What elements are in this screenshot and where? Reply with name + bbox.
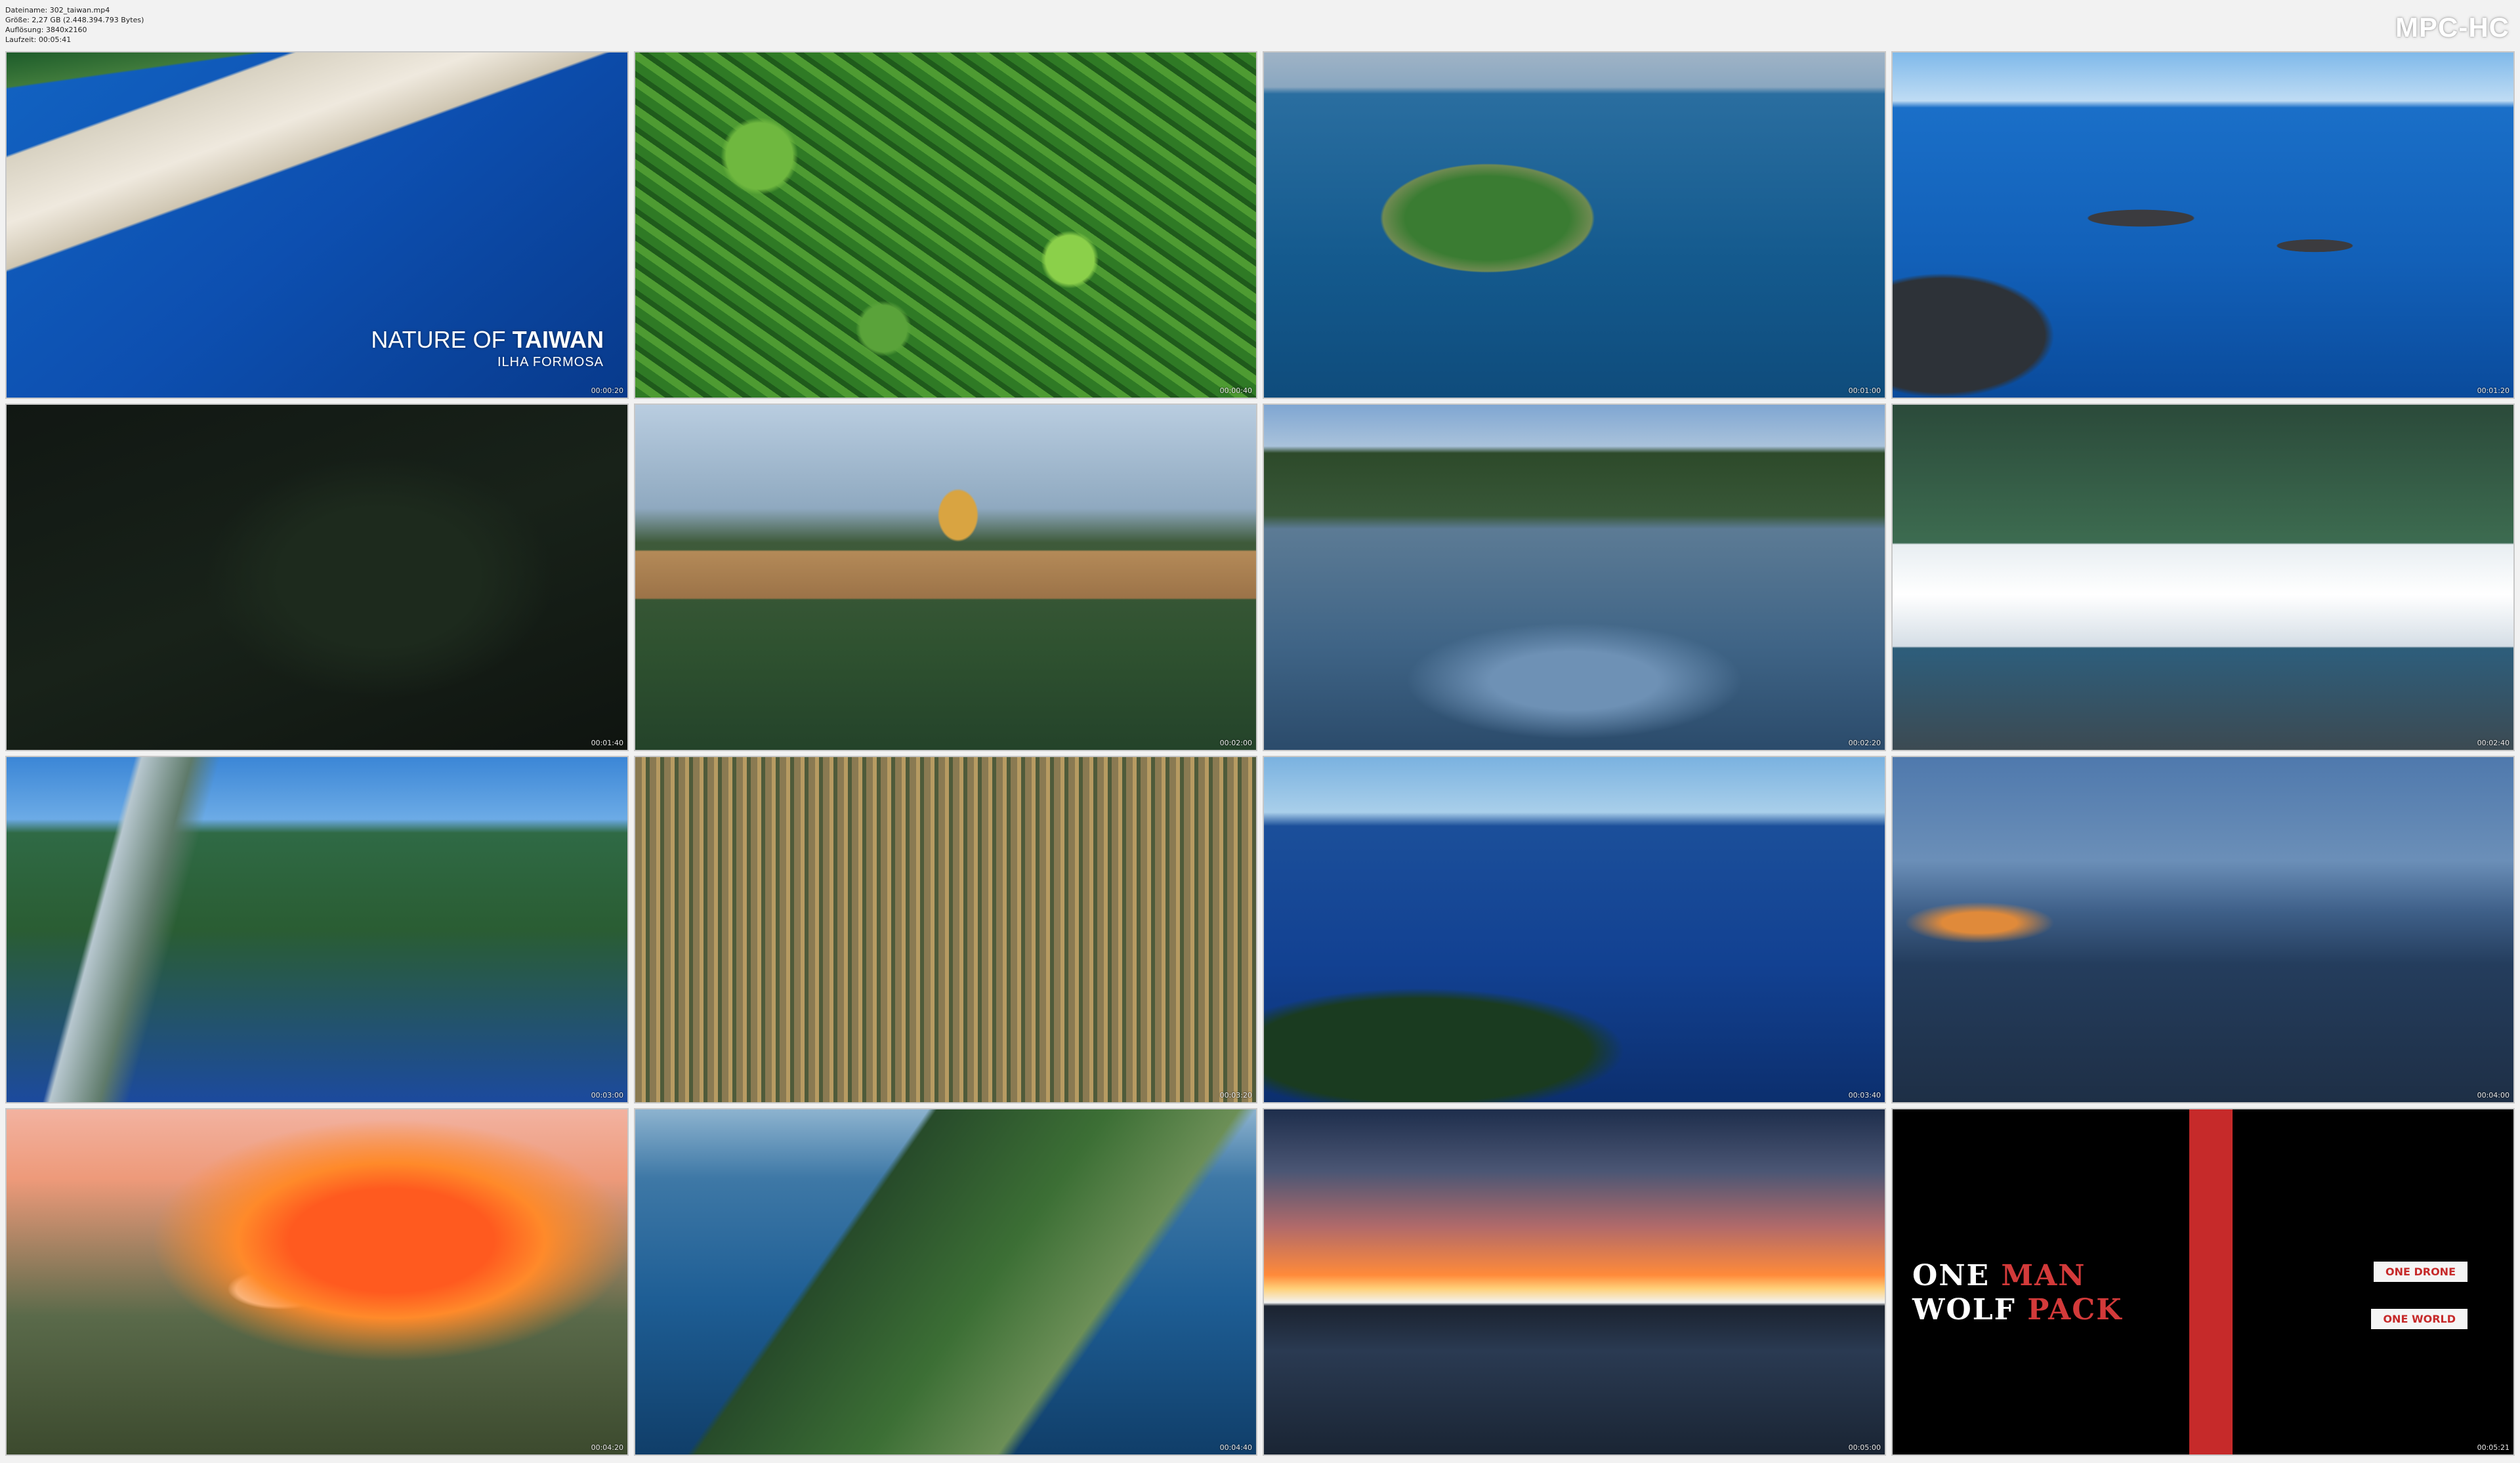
timestamp: 00:00:40 [1219, 386, 1252, 395]
one-man-wolf-pack-logo: ONE MAN WOLF PACK [1912, 1259, 2123, 1327]
file-resolution: Auflösung: 3840x2160 [5, 26, 87, 34]
one-world-tag: ONE WORLD [2371, 1309, 2468, 1329]
timestamp: 00:03:00 [591, 1091, 623, 1100]
thumbnail-white-palace[interactable]: 00:02:40 [1891, 403, 2515, 751]
timestamp: 00:02:00 [1219, 739, 1252, 747]
logo-word-pack: PACK [2027, 1293, 2123, 1327]
thumbnail-coastline[interactable]: 00:03:00 [5, 756, 629, 1103]
logo-word-man: MAN [2001, 1259, 2086, 1292]
file-name: Dateiname: 302_taiwan.mp4 [5, 6, 110, 14]
thumbnail-end-card[interactable]: ONE MAN WOLF PACK ONE DRONE ONE WORLD 00… [1891, 1108, 2515, 1456]
timestamp: 00:03:40 [1848, 1091, 1881, 1100]
thumbnail-dark-forest[interactable]: 00:01:40 [5, 403, 629, 751]
file-duration: Laufzeit: 00:05:41 [5, 35, 72, 44]
thumbnail-sunset-bay[interactable]: 00:04:00 [1891, 756, 2515, 1103]
timestamp: 00:05:21 [2477, 1443, 2510, 1452]
thumbnail-rocky-sea[interactable]: 00:01:20 [1891, 51, 2515, 399]
thumbnail-lake-boat[interactable]: 00:02:20 [1263, 403, 1886, 751]
thumbnail-cape-coast[interactable]: 00:04:40 [634, 1108, 1257, 1456]
thumbnail-temple-hill[interactable]: 00:02:00 [634, 403, 1257, 751]
thumbnail-sunset-river[interactable]: 00:05:00 [1263, 1108, 1886, 1456]
timestamp: 00:01:20 [2477, 386, 2510, 395]
timestamp: 00:05:00 [1848, 1443, 1881, 1452]
one-drone-tag: ONE DRONE [2373, 1262, 2468, 1282]
red-stripe [2189, 1109, 2233, 1454]
title-subtitle: ILHA FORMOSA [497, 355, 604, 369]
timestamp: 00:01:00 [1848, 386, 1881, 395]
timestamp: 00:02:40 [2477, 739, 2510, 747]
timestamp: 00:01:40 [591, 739, 623, 747]
logo-word-one: ONE [1912, 1259, 1990, 1292]
timestamp: 00:00:20 [591, 386, 623, 395]
file-size: Größe: 2,27 GB (2.448.394.793 Bytes) [5, 16, 144, 24]
thumbnail-island[interactable]: 00:01:00 [1263, 51, 1886, 399]
timestamp: 00:03:20 [1219, 1091, 1252, 1100]
title-prefix: NATURE OF [371, 326, 506, 353]
mpc-hc-logo: MPC-HC [2395, 12, 2510, 43]
timestamp: 00:02:20 [1848, 739, 1881, 747]
timestamp: 00:04:20 [591, 1443, 623, 1452]
thumbnail-grid: NATURE OF TAIWAN ILHA FORMOSA 00:00:20 0… [5, 51, 2515, 1458]
timestamp: 00:04:40 [1219, 1443, 1252, 1452]
thumbnail-red-haze-temple[interactable]: 00:04:20 [5, 1108, 629, 1456]
timestamp: 00:04:00 [2477, 1091, 2510, 1100]
video-title: NATURE OF TAIWAN ILHA FORMOSA [371, 328, 604, 369]
thumbnail-forest-canopy[interactable]: 00:00:40 [634, 51, 1257, 399]
thumbnail-tree-rows[interactable]: 00:03:20 [634, 756, 1257, 1103]
logo-word-wolf: WOLF [1912, 1293, 2016, 1327]
thumbnail-coastal-town[interactable]: NATURE OF TAIWAN ILHA FORMOSA 00:00:20 [5, 51, 629, 399]
thumbnail-cliff-ocean[interactable]: 00:03:40 [1263, 756, 1886, 1103]
file-info: Dateiname: 302_taiwan.mp4 Größe: 2,27 GB… [5, 5, 144, 45]
title-main: TAIWAN [512, 326, 604, 353]
